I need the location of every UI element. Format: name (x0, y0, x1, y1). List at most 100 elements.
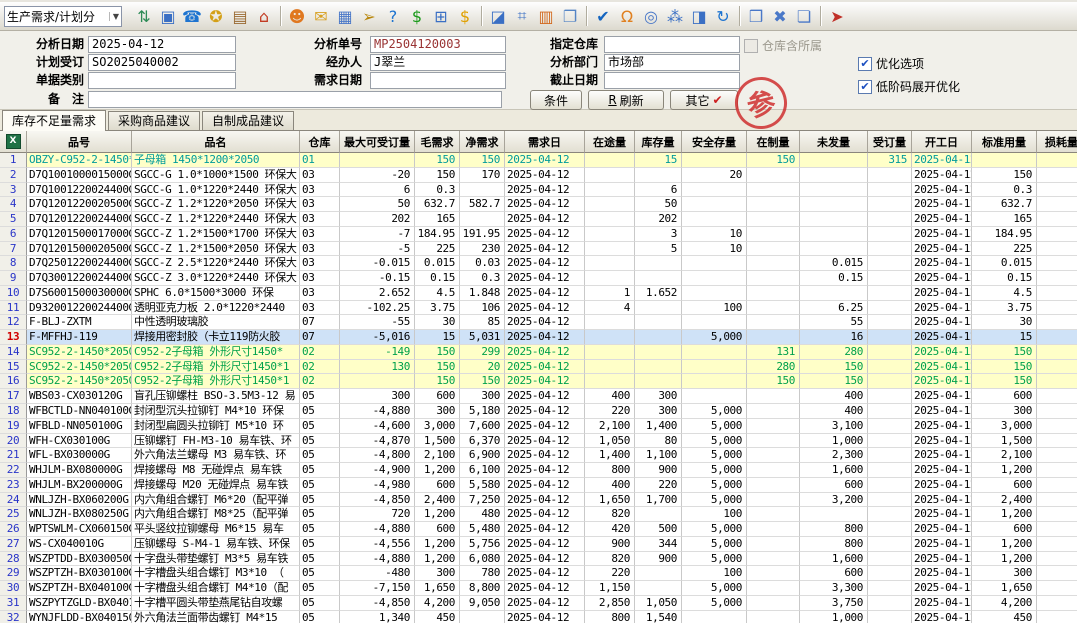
table-row[interactable]: 4D7Q1201220020500GSGCC-Z 1.2*1220*2050 环… (0, 197, 1077, 212)
help-icon[interactable]: ? (381, 5, 405, 27)
tab-inventory-shortage[interactable]: 库存不足量需求 (2, 110, 106, 131)
table-row[interactable]: 12F-BLJ-ZXTM中性透明玻璃胶07-5530852025-04-1255… (0, 315, 1077, 330)
table-row[interactable]: 26WPTSWLM-CX060150G平头竖纹拉铆螺母 M6*15 易车05-4… (0, 522, 1077, 537)
table-row[interactable]: 11D932001220024400G透明亚克力板 2.0*1220*24400… (0, 301, 1077, 316)
table-row[interactable]: 13F-MFFHJ-119焊接用密封胶（卡立119防火胶07-5,016155,… (0, 330, 1077, 345)
column-header-export[interactable]: X (0, 131, 27, 153)
table-row[interactable]: 8D7Q2501220024400GSGCC-Z 2.5*1220*2440 环… (0, 256, 1077, 271)
alarm-icon[interactable]: Ω (615, 5, 639, 27)
table-row[interactable]: 32WYNJFLDD-BX040150G外六角法兰面带齿螺钉 M4*15051,… (0, 611, 1077, 623)
warehouse-input[interactable] (604, 36, 740, 53)
module-selector[interactable]: 生产需求/计划分 ▼ (4, 6, 122, 27)
tab-self-made-suggestion[interactable]: 自制成品建议 (202, 111, 294, 130)
key-icon[interactable]: ➢ (357, 5, 381, 27)
table-row[interactable]: 19WFBLD-NN050100G封闭型扁圆头拉铆钉 M5*10 环05-4,6… (0, 419, 1077, 434)
archive-icon[interactable]: ▥ (534, 5, 558, 27)
column-header[interactable]: 需求日 (505, 131, 585, 153)
money-icon[interactable]: $ (405, 5, 429, 27)
table-row[interactable]: 5D7Q1201220024400GSGCC-Z 1.2*1220*2440 环… (0, 212, 1077, 227)
table-row[interactable]: 16SC952-2-1450*2050-1C952-2子母箱 外形尺寸1450*… (0, 374, 1077, 389)
remark-input[interactable] (88, 91, 502, 108)
deadline-input[interactable] (604, 72, 740, 89)
table-row[interactable]: 1OBZY-C952-2-1450*2(子母箱 1450*1200*205001… (0, 153, 1077, 168)
column-header[interactable]: 库存量 (635, 131, 682, 153)
column-header[interactable]: 标准用量 (972, 131, 1037, 153)
column-header[interactable]: 开工日 (912, 131, 972, 153)
table-row[interactable]: 15SC952-2-1450*2050-1C952-2子母箱 外形尺寸1450*… (0, 360, 1077, 375)
operator-input[interactable]: J翠兰 (370, 54, 506, 71)
column-header[interactable]: 在制量 (747, 131, 800, 153)
table-row[interactable]: 3D7Q1001220024400GSGCC-G 1.0*1220*2440 环… (0, 183, 1077, 198)
card-icon[interactable]: ▦ (333, 5, 357, 27)
column-header[interactable]: 损耗量 (1037, 131, 1077, 153)
table-row[interactable]: 25WNLJZH-BX080250G内六角组合螺钉 M8*25（配平弹05720… (0, 507, 1077, 522)
table-row[interactable]: 30WSZPTZH-BX040100G十字槽盘头组合螺钉 M4*10（配05-7… (0, 581, 1077, 596)
table-row[interactable]: 22WHJLM-BX080000G焊接螺母 M8 无碰焊点 易车铁05-4,90… (0, 463, 1077, 478)
home-icon[interactable]: ⌂ (252, 5, 276, 27)
table-row[interactable]: 7D7Q1201500020500GSGCC-Z 1.2*1500*2050 环… (0, 242, 1077, 257)
table-row[interactable]: 18WFBCTLD-NN040100G封闭型沉头拉铆钉 M4*10 环保05-4… (0, 404, 1077, 419)
excel-export-icon[interactable]: X (6, 134, 21, 149)
column-header[interactable]: 品号 (27, 131, 132, 153)
window-icon[interactable]: ❒ (744, 5, 768, 27)
tab-purchase-suggestion[interactable]: 采购商品建议 (108, 111, 200, 130)
column-header[interactable]: 在途量 (585, 131, 635, 153)
column-header[interactable]: 安全存量 (682, 131, 747, 153)
cell: 220 (585, 404, 635, 419)
computer-icon[interactable]: ▣ (156, 5, 180, 27)
table-row[interactable]: 31WSZPYTZGLD-BX04015十字槽平圆头带垫燕尾钻自攻螺05-4,8… (0, 596, 1077, 611)
column-header[interactable]: 受订量 (868, 131, 912, 153)
table-row[interactable]: 10D7S6001500030000GSPHC 6.0*1500*3000 环保… (0, 286, 1077, 301)
remote-icon[interactable]: ◨ (687, 5, 711, 27)
salary-icon[interactable]: $ (453, 5, 477, 27)
analysis-date-input[interactable]: 2025-04-12 (88, 36, 236, 53)
low-code-checkbox[interactable]: 低阶码展开优化 (858, 78, 960, 95)
users-icon[interactable]: ☻ (285, 5, 309, 27)
column-header[interactable]: 仓库 (300, 131, 340, 153)
copy-icon[interactable]: ❐ (558, 5, 582, 27)
workflow-icon[interactable]: ⇅ (132, 5, 156, 27)
condition-button[interactable]: 条件 (530, 90, 582, 110)
mail-icon[interactable]: ✉ (309, 5, 333, 27)
warehouse-include-checkbox[interactable]: 仓库含所属 (744, 37, 822, 54)
column-header[interactable]: 最大可受订量 (340, 131, 415, 153)
table-row[interactable]: 20WFH-CX030100G压铆螺钉 FH-M3-10 易车铁、环05-4,8… (0, 434, 1077, 449)
column-header[interactable]: 净需求 (460, 131, 505, 153)
exit-icon[interactable]: ➤ (825, 5, 849, 27)
column-header[interactable]: 未发量 (800, 131, 868, 153)
doc-search-icon[interactable]: ◎ (639, 5, 663, 27)
cascade-icon[interactable]: ❏ (792, 5, 816, 27)
table-row[interactable]: 6D7Q1201500017000GSGCC-Z 1.2*1500*1700 环… (0, 227, 1077, 242)
table-row[interactable]: 9D7Q3001220024400GSGCC-Z 3.0*1220*2440 环… (0, 271, 1077, 286)
refresh-arrows-icon[interactable]: ↻ (711, 5, 735, 27)
table-row[interactable]: 17WBS03-CX030120G盲孔压铆螺柱 BSO-3.5M3-12 易05… (0, 389, 1077, 404)
doc-type-input[interactable] (88, 72, 236, 89)
table-row[interactable]: 14SC952-2-1450*2050-1C952-2子母箱 外形尺寸1450*… (0, 345, 1077, 360)
optimize-checkbox[interactable]: 优化选项 (858, 55, 924, 72)
analysis-no-input[interactable]: MP2504120003 (370, 36, 506, 53)
briefcase-icon[interactable]: ▤ (228, 5, 252, 27)
table-row[interactable]: 28WSZPTDD-BX030050G十字盘头带垫螺钉 M3*5 易车铁05-4… (0, 552, 1077, 567)
approve-icon[interactable]: ✔ (591, 5, 615, 27)
table-row[interactable]: 21WFL-BX030000G外六角法兰螺母 M3 易车铁、环05-4,8002… (0, 448, 1077, 463)
cell: 900 (635, 463, 682, 478)
calculator-icon[interactable]: ⌗ (510, 5, 534, 27)
close-window-icon[interactable]: ✖ (768, 5, 792, 27)
column-header[interactable]: 品名 (132, 131, 300, 153)
table-row[interactable]: 23WHJLM-BX200000G焊接螺母 M20 无碰焊点 易车铁05-4,9… (0, 478, 1077, 493)
refresh-button[interactable]: R 刷新 (588, 90, 664, 110)
table-row[interactable]: 27WS-CX040010G压铆螺母 S-M4-1 易车铁、环保05-4,556… (0, 537, 1077, 552)
table-row[interactable]: 29WSZPTZH-BX030100G十字槽盘头组合螺钉 M3*10 （05-4… (0, 566, 1077, 581)
network-icon[interactable]: ⁂ (663, 5, 687, 27)
req-date-input[interactable] (370, 72, 506, 89)
dept-input[interactable]: 市场部 (604, 54, 740, 71)
report-icon[interactable]: ◪ (486, 5, 510, 27)
plan-order-input[interactable]: SO2025040002 (88, 54, 236, 71)
table-row[interactable]: 2D7Q1001000015000GSGCC-G 1.0*1000*1500 环… (0, 168, 1077, 183)
lock-key-icon[interactable]: ✪ (204, 5, 228, 27)
column-header[interactable]: 毛需求 (415, 131, 460, 153)
other-button[interactable]: 其它 ✔ (670, 90, 738, 110)
cart-icon[interactable]: ⊞ (429, 5, 453, 27)
table-row[interactable]: 24WNLJZH-BX060200G内六角组合螺钉 M6*20（配平弹05-4,… (0, 493, 1077, 508)
phone-icon[interactable]: ☎ (180, 5, 204, 27)
